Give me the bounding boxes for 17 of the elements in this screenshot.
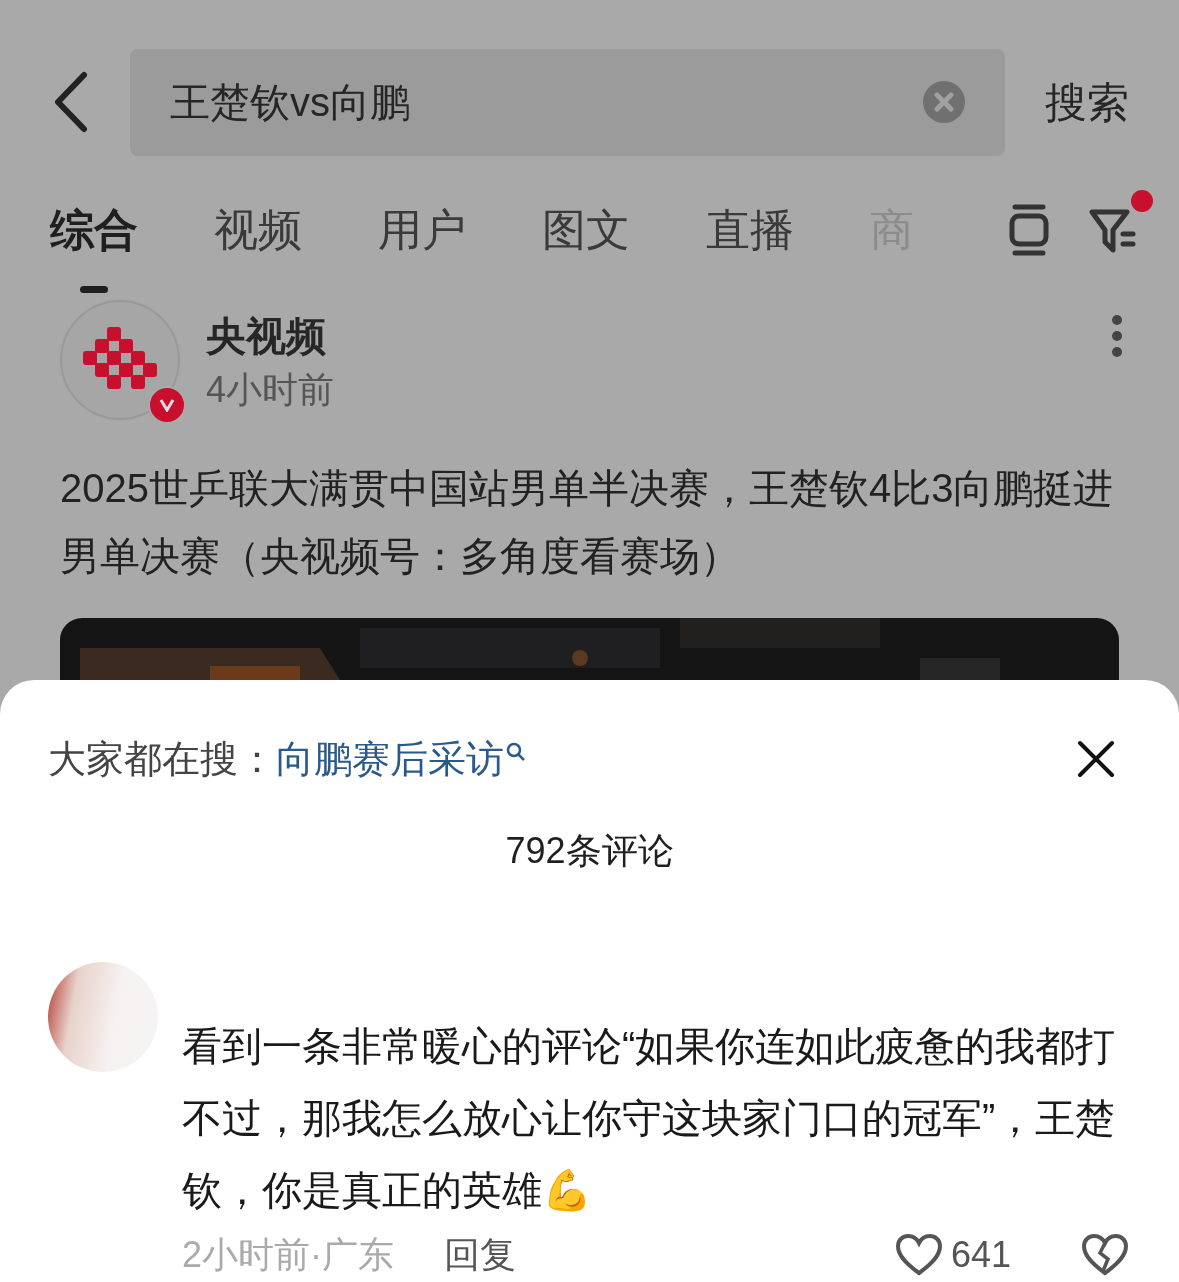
comment-count: 792条评论 [505, 829, 674, 873]
search-button[interactable]: 搜索 [1045, 70, 1129, 134]
search-field[interactable]: 王楚钦vs向鹏 [130, 48, 1005, 156]
tab[interactable]: 图文 [542, 197, 630, 263]
tab[interactable]: 视频 [214, 197, 302, 263]
comment-meta: 2小时前·广东 [182, 1233, 394, 1277]
author-name[interactable]: 央视频 [206, 310, 1085, 362]
tab[interactable]: 综合 [50, 197, 138, 263]
post-time: 4小时前 [206, 368, 336, 412]
like-count: 641 [950, 1233, 1011, 1277]
post-title[interactable]: 2025世乒联大满贯中国站男单半决赛，王楚钦4比3向鹏挺进男单决赛（央视频号：多角度看赛场） [0, 440, 1179, 616]
trending-search-link[interactable]: 向鹏赛后采访 [276, 730, 504, 788]
tab[interactable]: 用户 [378, 197, 466, 263]
reply-button[interactable]: 回复 [444, 1228, 516, 1282]
tab[interactable]: 直播 [706, 197, 794, 263]
trending-label: 大家都在搜： [48, 736, 276, 782]
comment-text: 看到一条非常暖心的评论“如果你连如此疲惫的我都打不过，那我怎么放心让你守这块家门口的冠军”，王楚钦，你是真正的英雄💪 [182, 1023, 1117, 1214]
